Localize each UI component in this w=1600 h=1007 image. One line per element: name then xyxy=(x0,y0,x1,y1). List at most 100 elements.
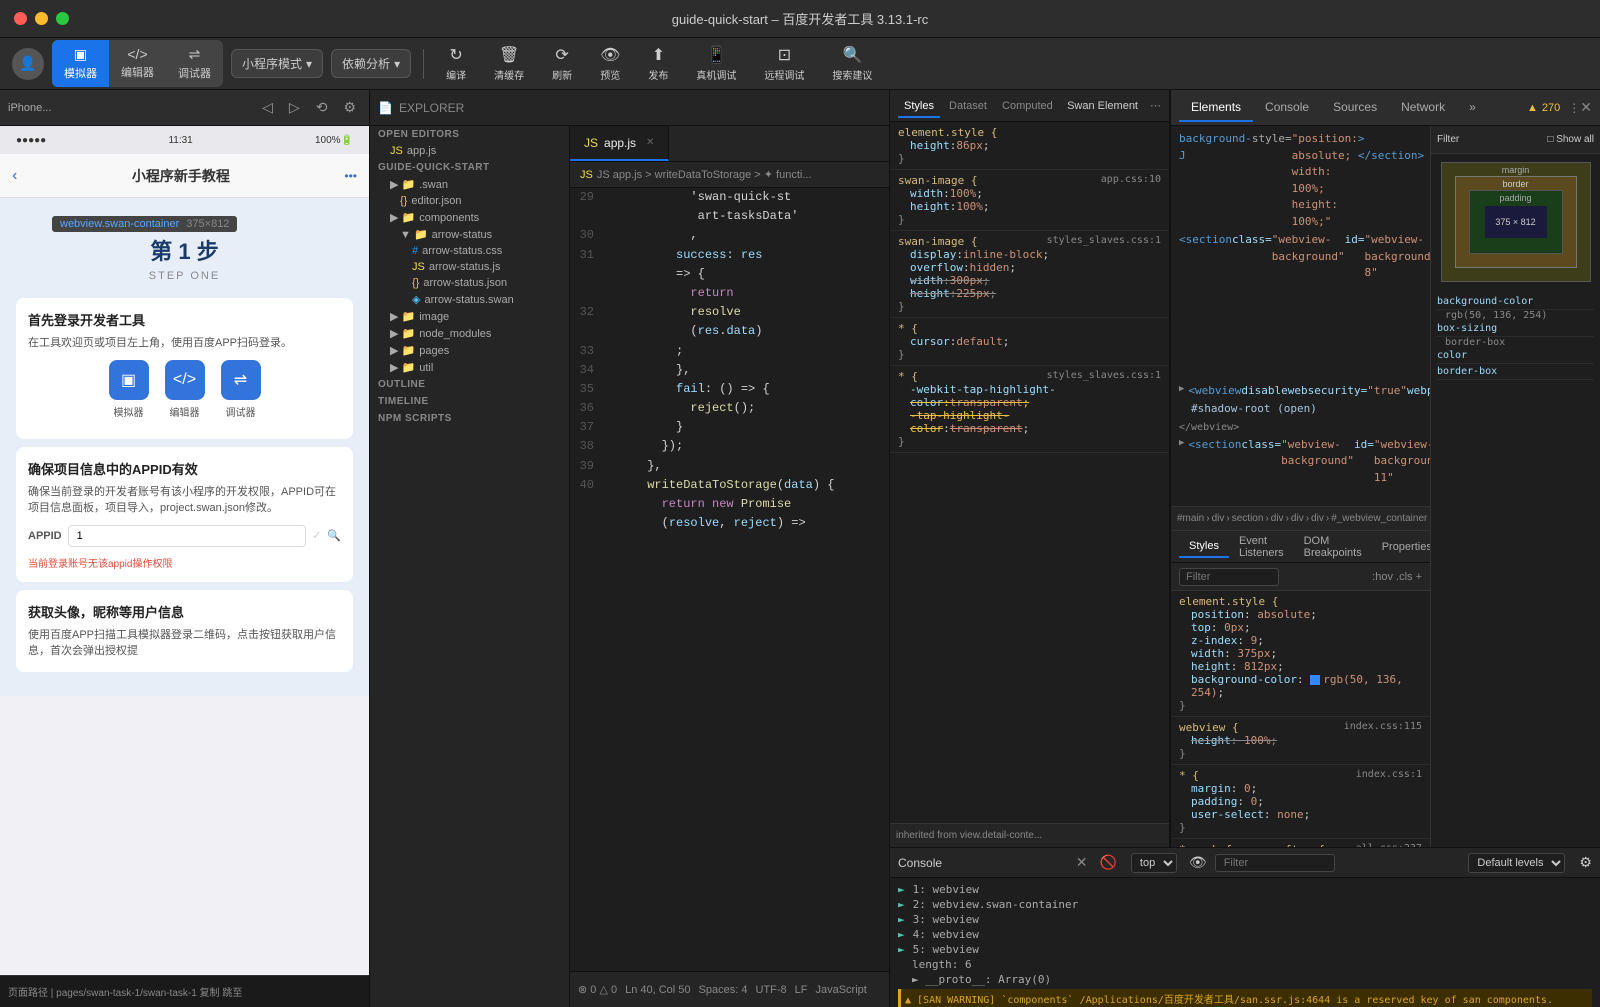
device-screen[interactable]: ●●●●● 11:31 100%🔋 ‹ 小程序新手教程 ••• 第 1 步 ST… xyxy=(0,126,369,975)
tab-sources[interactable]: Sources xyxy=(1321,94,1389,122)
file-editor-json[interactable]: {} editor.json xyxy=(370,193,569,209)
html-node-section2[interactable]: <section class="webview-background" id="… xyxy=(1171,231,1430,382)
file-node-modules[interactable]: ▶ 📁 node_modules xyxy=(370,325,569,342)
swan-dataset-tab[interactable]: Dataset xyxy=(943,96,993,116)
folder-icon5: ▶ 📁 xyxy=(390,327,415,340)
swan-styles-tab[interactable]: Styles xyxy=(898,96,940,118)
clear-cache-button[interactable]: 🗑 清缓存 xyxy=(484,41,534,86)
swan-computed-tab[interactable]: Computed xyxy=(996,96,1059,116)
menu-icon[interactable]: ••• xyxy=(344,169,357,183)
console-close-button[interactable]: ✕ xyxy=(1076,854,1088,871)
search-suggest-button[interactable]: 🔍 搜索建议 xyxy=(822,41,882,86)
maximize-button[interactable] xyxy=(56,12,69,25)
search-appid-icon[interactable]: 🔍 xyxy=(327,529,341,542)
console-clear-icon[interactable]: 🚫 xyxy=(1099,854,1116,870)
file-arrow-status[interactable]: ▼ 📁 arrow-status xyxy=(370,226,569,243)
bc-div2[interactable]: div xyxy=(1271,513,1284,524)
appid-label: APPID xyxy=(28,530,62,542)
forward-button[interactable]: ▷ xyxy=(284,96,305,119)
html-node-shadow[interactable]: #shadow-root (open) xyxy=(1171,400,1430,419)
outline-header[interactable]: OUTLINE xyxy=(370,376,569,393)
card2-title: 确保项目信息中的APPID有效 xyxy=(28,459,341,478)
real-debug-button[interactable]: 📱 真机调试 xyxy=(686,41,746,86)
code-area[interactable]: 29 'swan-quick-st art-tasksData' 30 , 31… xyxy=(570,188,889,971)
editor-tab-appjs[interactable]: JS app.js ✕ xyxy=(570,126,669,161)
file-js[interactable]: JS arrow-status.js xyxy=(370,259,569,275)
miniapp-mode-dropdown[interactable]: 小程序模式 ▾ xyxy=(231,49,323,78)
simulator-mode-button[interactable]: ▣ 模拟器 xyxy=(52,40,109,87)
html-node-section3[interactable]: ▶ <section class="webview-background" id… xyxy=(1171,436,1430,507)
rotate-button[interactable]: ⟲ xyxy=(311,96,333,119)
back-button[interactable]: ◁ xyxy=(257,96,278,119)
step-title: 第 1 步 xyxy=(16,234,353,266)
log-level-select[interactable]: Default levels xyxy=(1468,853,1565,873)
signal-icon: ●●●●● xyxy=(16,135,46,146)
file-image[interactable]: ▶ 📁 image xyxy=(370,308,569,325)
npm-scripts-header[interactable]: NPM SCRIPTS xyxy=(370,410,569,427)
analysis-dropdown[interactable]: 依赖分析 ▾ xyxy=(331,49,411,78)
device-frame: ●●●●● 11:31 100%🔋 ‹ 小程序新手教程 ••• 第 1 步 ST… xyxy=(0,126,369,975)
file-pages[interactable]: ▶ 📁 pages xyxy=(370,342,569,359)
file-name3: components xyxy=(419,212,479,224)
bc-main[interactable]: #main xyxy=(1177,513,1204,524)
tab-elements[interactable]: Elements xyxy=(1179,94,1253,122)
close-button[interactable] xyxy=(14,12,27,25)
debug-mode-button[interactable]: ⇌ 调试器 xyxy=(166,40,223,87)
project-header[interactable]: GUIDE-QUICK-START xyxy=(370,159,569,176)
event-listeners-tab[interactable]: Event Listeners xyxy=(1229,531,1294,563)
file-swan2[interactable]: ◈ arrow-status.swan xyxy=(370,291,569,308)
file-css[interactable]: # arrow-status.css xyxy=(370,243,569,259)
tab-more[interactable]: » xyxy=(1457,94,1488,122)
styles-tab[interactable]: Styles xyxy=(1179,536,1229,558)
settings-icon[interactable]: ⚙ xyxy=(338,96,361,119)
bc-div1[interactable]: div xyxy=(1212,513,1225,524)
bc-container[interactable]: #_webview_container xyxy=(1331,513,1427,524)
bc-div4[interactable]: div xyxy=(1311,513,1324,524)
console-filter-input[interactable] xyxy=(1215,854,1335,872)
dom-breakpoints-tab[interactable]: DOM Breakpoints xyxy=(1294,531,1372,563)
minimize-button[interactable] xyxy=(35,12,48,25)
console-title: Console xyxy=(898,856,942,870)
console-settings-icon[interactable]: ⚙ xyxy=(1579,854,1592,871)
inherited-from: inherited from view.detail-conte... xyxy=(896,830,1042,841)
tab-close-icon[interactable]: ✕ xyxy=(646,137,654,148)
appid-input[interactable] xyxy=(68,525,306,547)
avatar[interactable]: 👤 xyxy=(12,48,44,80)
refresh-button[interactable]: ⟳ 刷新 xyxy=(542,41,582,86)
bc-div3[interactable]: div xyxy=(1291,513,1304,524)
open-editors-header[interactable]: OPEN EDITORS xyxy=(370,126,569,143)
file-components[interactable]: ▶ 📁 components xyxy=(370,209,569,226)
code-line: art-tasksData' xyxy=(570,207,889,226)
devtools-settings-icon[interactable]: ⋮ xyxy=(1568,101,1580,115)
arrow-icon2: ▶ xyxy=(1179,437,1184,451)
swan-more-icon[interactable]: ⋯ xyxy=(1150,99,1161,112)
remote-debug-button[interactable]: ⊡ 远程调试 xyxy=(754,41,814,86)
file-util[interactable]: ▶ 📁 util xyxy=(370,359,569,376)
devtools-close-button[interactable]: ✕ xyxy=(1580,99,1592,116)
style-filter-input[interactable] xyxy=(1179,568,1279,586)
bc-sep2: › xyxy=(1226,513,1229,524)
translate-button[interactable]: ↻ 编译 xyxy=(436,41,476,86)
html-node-webview1[interactable]: ▶ <webview disablewebsecurity="true" web… xyxy=(1171,382,1430,401)
context-selector[interactable]: top xyxy=(1131,853,1177,873)
eye-icon[interactable]: 👁 xyxy=(1189,854,1207,871)
back-nav-icon[interactable]: ‹ xyxy=(12,167,17,185)
preview-button[interactable]: 👁 预览 xyxy=(590,41,630,86)
bc-sep5: › xyxy=(1306,513,1309,524)
html-tree[interactable]: background-J style="position: absolute; … xyxy=(1171,126,1430,506)
tab-network[interactable]: Network xyxy=(1389,94,1457,122)
html-node-section[interactable]: background-J style="position: absolute; … xyxy=(1171,130,1430,231)
publish-button[interactable]: ⬆ 发布 xyxy=(638,41,678,86)
properties-tab[interactable]: Properties xyxy=(1372,537,1430,557)
show-all-label: □ Show all xyxy=(1547,134,1594,145)
tab-console-top[interactable]: Console xyxy=(1253,94,1321,122)
open-file-appjs[interactable]: JS app.js xyxy=(370,143,569,159)
editor-mode-button[interactable]: </> 编辑器 xyxy=(109,40,166,87)
file-swan[interactable]: ▶ 📁 .swan xyxy=(370,176,569,193)
timeline-header[interactable]: TIMELINE xyxy=(370,393,569,410)
file-json[interactable]: {} arrow-status.json xyxy=(370,275,569,291)
bc-section[interactable]: section xyxy=(1232,513,1264,524)
code-line: return new Promise xyxy=(570,495,889,514)
html-node-webview2[interactable]: </webview> xyxy=(1171,419,1430,436)
code-line: 39 }, xyxy=(570,457,889,476)
